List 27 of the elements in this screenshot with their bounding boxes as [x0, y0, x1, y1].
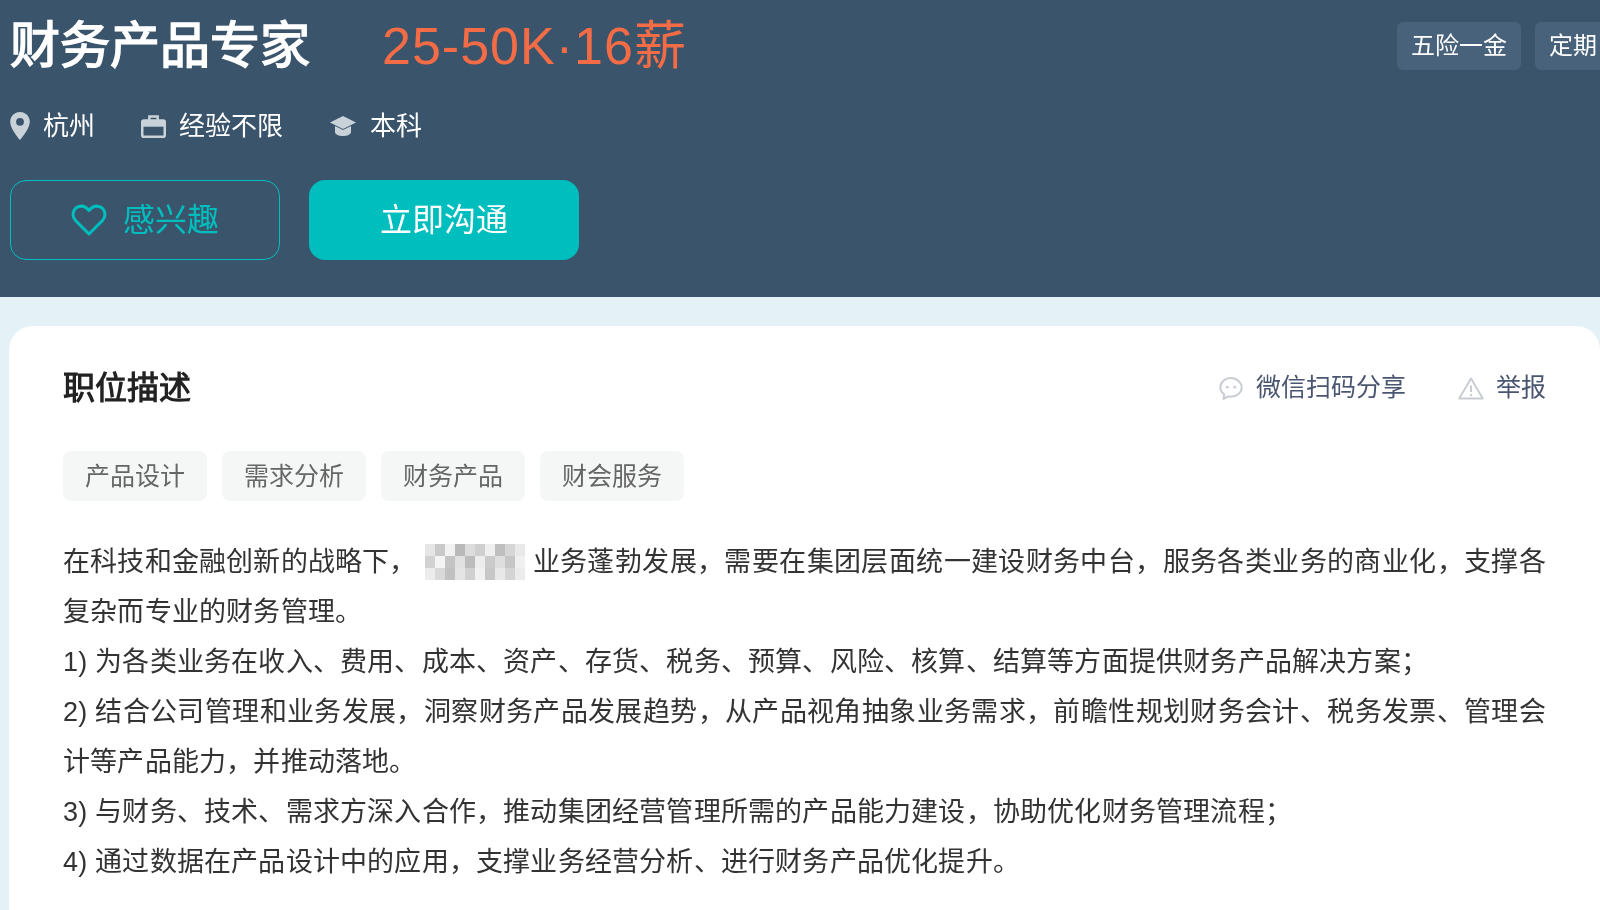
paragraph-text: 1) 为各类业务在收入、费用、成本、资产、存货、税务、预算、风险、核算、结算等方面提供财务产品解决方案； [63, 646, 1429, 679]
paragraph-text: 复杂而专业的财务管理。 [63, 596, 364, 629]
report-link[interactable]: 举报 [1458, 369, 1546, 407]
paragraph-text: 业务蓬勃发展，需要在集团层面统一建设财务中台，服务各类业务的商业化，支撑各 [532, 546, 1546, 579]
salary-text: 25-50K·16薪 [382, 16, 687, 77]
skill-tag: 产品设计 [63, 451, 207, 501]
paragraph-text: 4) 通过数据在产品设计中的应用，支撑业务经营分析、进行财务产品优化提升。 [63, 846, 1021, 879]
meta-text: 经验不限 [179, 110, 283, 143]
share-link[interactable]: 微信扫码分享 [1219, 369, 1406, 407]
location-pin-icon [10, 112, 30, 140]
paragraph-text: 2) 结合公司管理和业务发展，洞察财务产品发展趋势，从产品视角抽象业务需求，前瞻性规划财务会计、税务发票、管理会计等产品能力，并推动落地。 [63, 696, 1546, 779]
briefcase-icon [141, 114, 166, 138]
meta-text: 本科 [370, 110, 422, 143]
meta-text: 杭州 [43, 110, 95, 143]
section-title: 职位描述 [63, 369, 191, 408]
graduation-cap-icon [329, 115, 357, 137]
paragraph-text: 3) 与财务、技术、需求方深入合作，推动集团经营管理所需的产品能力建设，协助优化财务管理流程； [63, 796, 1293, 829]
chat-bubble-icon [1219, 376, 1243, 400]
benefit-tag: 定期 [1535, 22, 1600, 70]
paragraph-text: 在科技和金融创新的战略下， [63, 546, 417, 579]
skill-tag: 财务产品 [381, 451, 525, 501]
heart-icon [71, 204, 107, 236]
benefit-tag: 五险一金 [1397, 22, 1521, 70]
skill-tag: 需求分析 [222, 451, 366, 501]
job-title: 财务产品专家 [10, 17, 310, 76]
skill-tag: 财会服务 [540, 451, 684, 501]
warning-icon [1458, 376, 1484, 400]
